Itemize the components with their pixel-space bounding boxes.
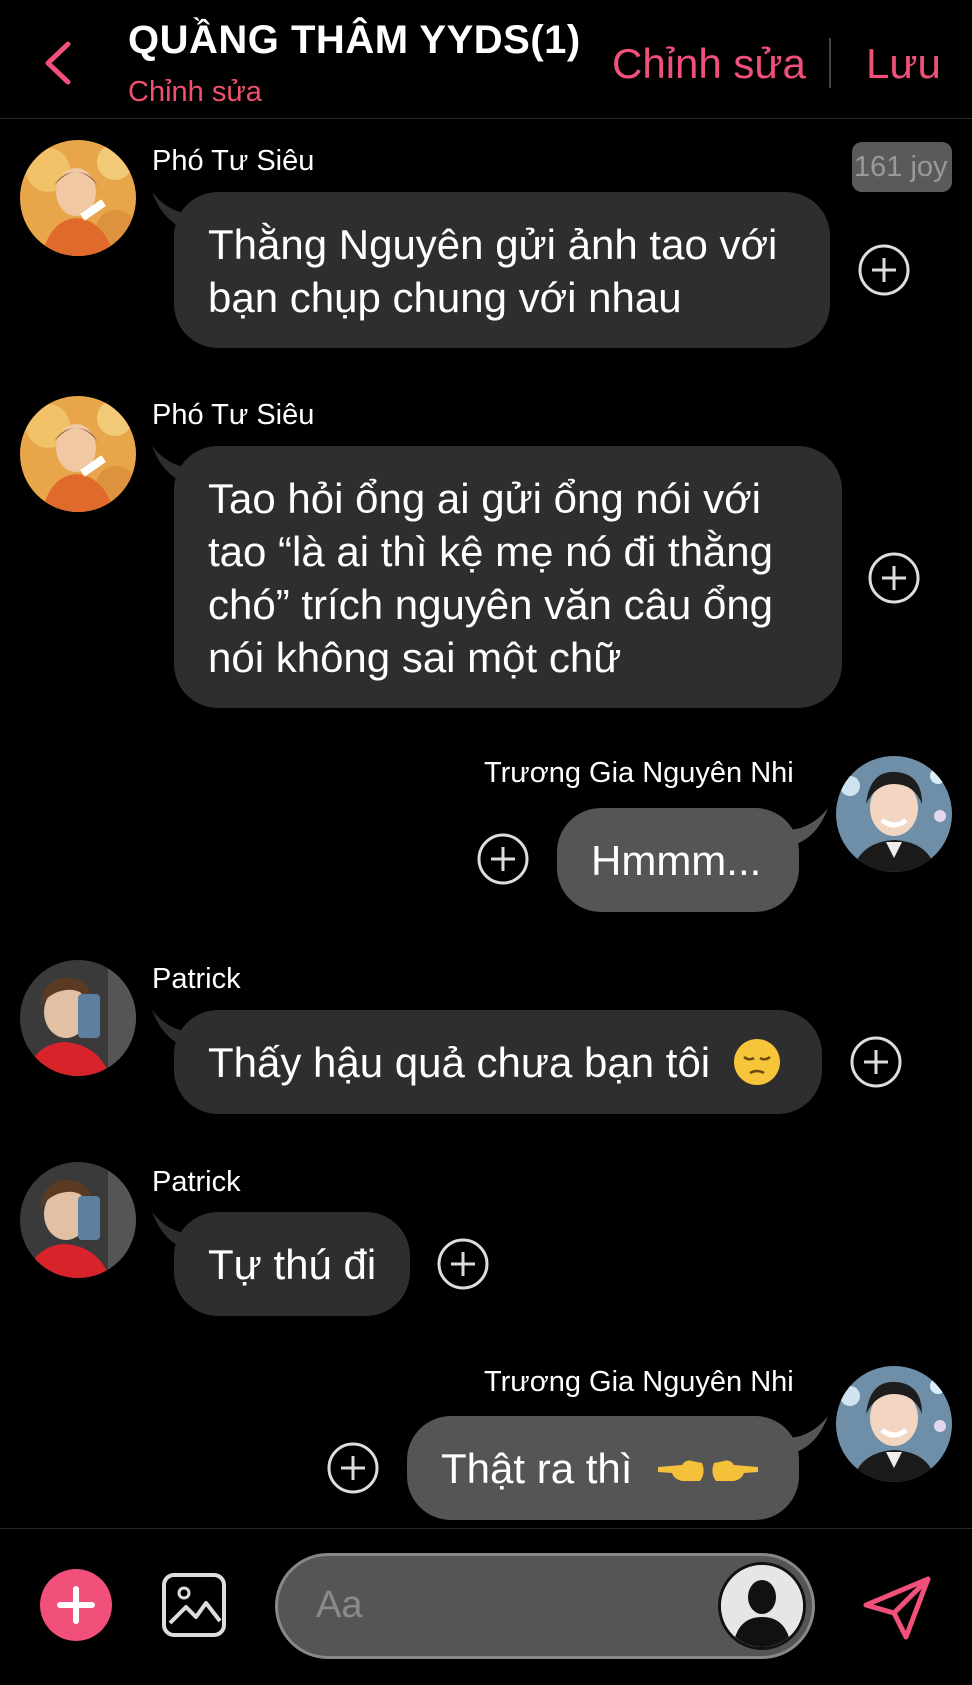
- react-plus-icon[interactable]: [476, 832, 530, 886]
- sender-name: Patrick: [152, 1166, 241, 1198]
- chat-header: QUẦNG THÂM YYDS(1) Chỉnh sửa Chỉnh sửa L…: [0, 0, 972, 119]
- avatar-pho-tu-sieu[interactable]: [20, 396, 136, 512]
- input-placeholder: Aa: [316, 1584, 363, 1626]
- react-plus-icon[interactable]: [436, 1237, 490, 1291]
- sender-name: Phó Tư Siêu: [152, 399, 315, 431]
- avatar-patrick[interactable]: [20, 1162, 136, 1278]
- avatar-truong-gia-nguyen-nhi[interactable]: [836, 1366, 952, 1482]
- chat-subtitle[interactable]: Chỉnh sửa: [128, 76, 262, 109]
- pensive-face-emoji: [733, 1038, 780, 1085]
- avatar-patrick[interactable]: [20, 960, 136, 1076]
- sender-name: Trương Gia Nguyên Nhi: [484, 1366, 794, 1398]
- message-bubble[interactable]: Thật ra thì: [407, 1416, 799, 1520]
- message-line: Tự thú đi: [208, 1241, 377, 1288]
- message-line: Thằng Nguyên gửi ảnh tao với: [208, 221, 778, 268]
- message-bubble[interactable]: Tự thú đi: [174, 1212, 410, 1316]
- sender-name: Patrick: [152, 963, 241, 995]
- plus-icon: [57, 1586, 95, 1624]
- avatar-pho-tu-sieu[interactable]: [20, 140, 136, 256]
- image-picker-icon[interactable]: [160, 1571, 228, 1639]
- react-plus-icon[interactable]: [849, 1035, 903, 1089]
- composer-bar: Aa: [0, 1528, 972, 1685]
- message-input[interactable]: Aa: [275, 1553, 815, 1659]
- voice-avatar-icon[interactable]: [718, 1562, 806, 1650]
- message-line: Thật ra thì: [441, 1442, 765, 1495]
- avatar-truong-gia-nguyen-nhi[interactable]: [836, 756, 952, 872]
- message-line: Thấy hậu quả chưa bạn tôi: [208, 1036, 788, 1089]
- message-line: chó” trích nguyên văn câu ổng: [208, 581, 774, 628]
- edit-button[interactable]: Chỉnh sửa: [612, 40, 806, 88]
- chat-title: QUẦNG THÂM YYDS(1): [128, 18, 581, 62]
- send-icon[interactable]: [860, 1571, 934, 1645]
- react-plus-icon[interactable]: [867, 551, 921, 605]
- message-bubble[interactable]: Hmmm...: [557, 808, 799, 912]
- add-plus-button[interactable]: [40, 1569, 112, 1641]
- message-line: bạn chụp chung với nhau: [208, 274, 682, 321]
- message-bubble[interactable]: Tao hỏi ổng ai gửi ổng nói với tao “là a…: [174, 446, 842, 708]
- message-line: nói không sai một chữ: [208, 634, 622, 681]
- back-chevron-icon[interactable]: [38, 38, 78, 88]
- message-text: Thật ra thì: [441, 1445, 633, 1492]
- message-bubble[interactable]: Thấy hậu quả chưa bạn tôi: [174, 1010, 822, 1114]
- pointing-fingers-emoji: [658, 1460, 759, 1481]
- message-bubble[interactable]: Thằng Nguyên gửi ảnh tao với bạn chụp ch…: [174, 192, 830, 348]
- sender-name: Trương Gia Nguyên Nhi: [484, 757, 794, 789]
- message-line: Tao hỏi ổng ai gửi ổng nói với: [208, 475, 762, 522]
- message-line: tao “là ai thì kệ mẹ nó đi thằng: [208, 528, 774, 575]
- sender-name: Phó Tư Siêu: [152, 145, 315, 177]
- header-divider: [829, 38, 831, 88]
- points-badge: 161 joy: [852, 142, 952, 192]
- save-button[interactable]: Lưu: [866, 40, 941, 88]
- react-plus-icon[interactable]: [326, 1441, 380, 1495]
- message-text: Thấy hậu quả chưa bạn tôi: [208, 1039, 711, 1086]
- message-line: Hmmm...: [591, 837, 762, 884]
- react-plus-icon[interactable]: [857, 243, 911, 297]
